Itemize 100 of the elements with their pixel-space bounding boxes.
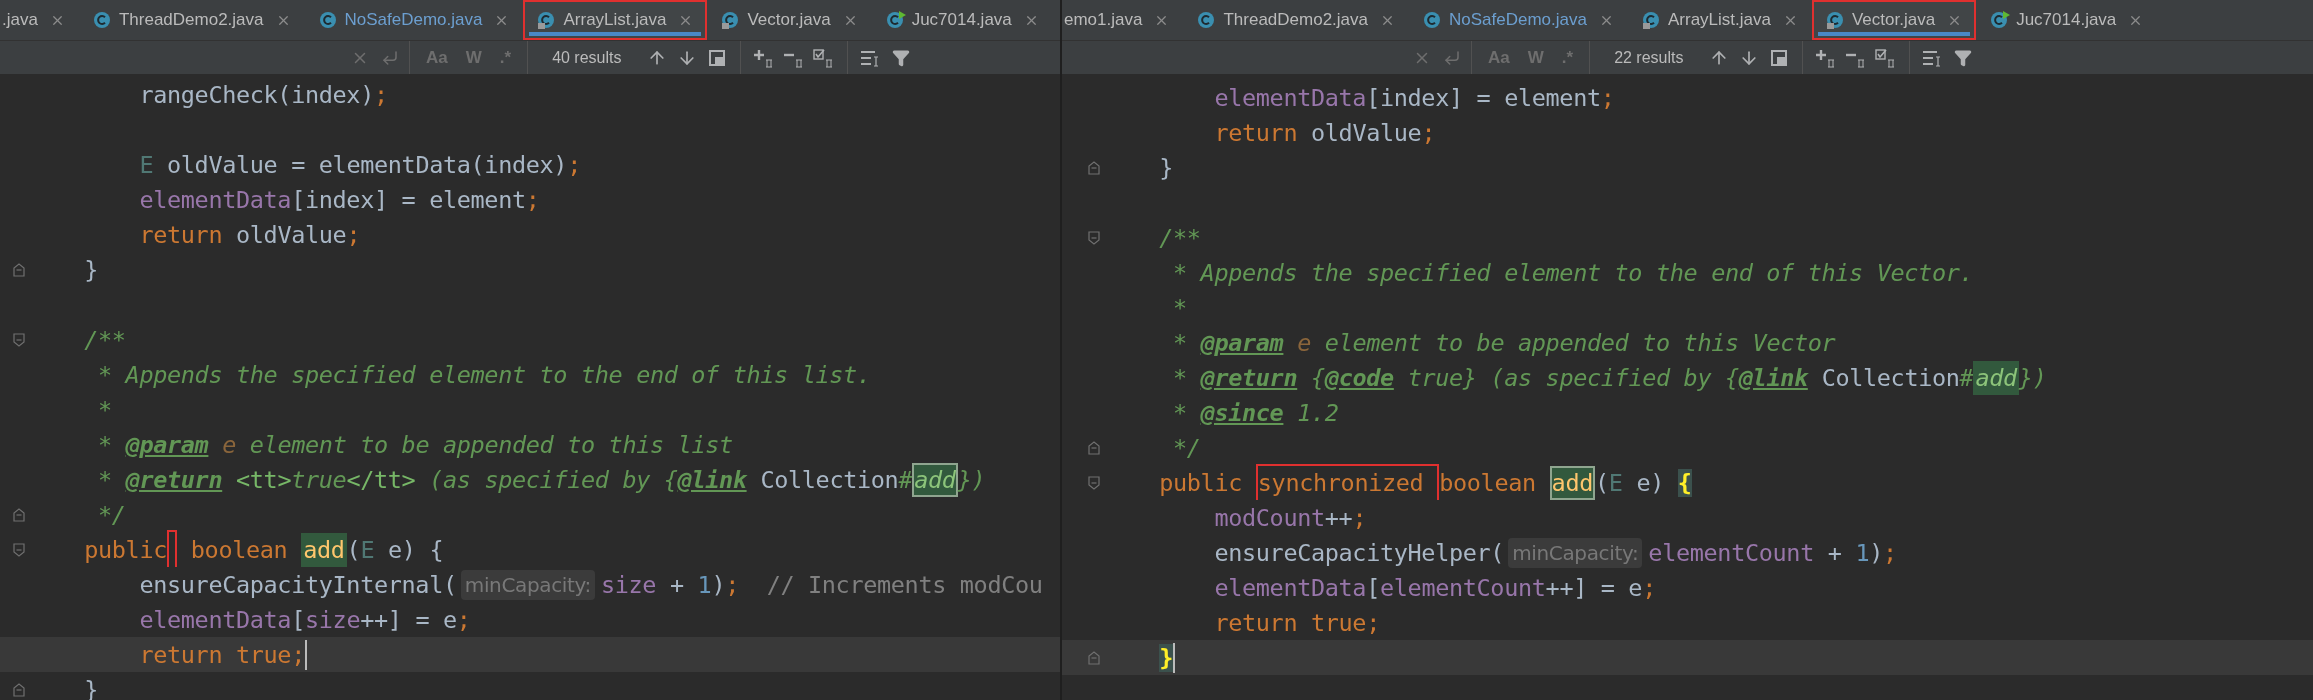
text-caret xyxy=(305,639,307,670)
code-text: e xyxy=(1297,328,1312,357)
code-text: @param xyxy=(1200,328,1284,357)
results-count: 22 results xyxy=(1613,48,1685,67)
code-text: } xyxy=(84,255,98,284)
code-text: ensureCapacityInternal( xyxy=(139,570,457,599)
code-text: ; xyxy=(373,80,388,109)
code-text: * xyxy=(1173,398,1188,427)
editor-tab[interactable]: ArrayList.java xyxy=(1628,0,1812,40)
code-text: @return xyxy=(125,465,223,494)
code-text: @param xyxy=(125,430,209,459)
editor-tab[interactable]: Juc7014.java xyxy=(1976,0,2158,40)
code-text: @link xyxy=(1738,363,1808,392)
code-text: elementCount xyxy=(1648,538,1814,567)
code-text: ; xyxy=(1642,573,1656,602)
code-text: element to be appended to this list xyxy=(249,430,733,459)
code-text: return true xyxy=(1214,608,1367,637)
code-text: + xyxy=(1827,538,1843,567)
editor-tab[interactable]: emo1.java xyxy=(1062,0,1184,40)
code-text: Collection xyxy=(1821,363,1960,392)
code-text: # xyxy=(898,465,913,494)
unfold-end-icon[interactable] xyxy=(1088,160,1100,175)
code-text: oldValue xyxy=(236,220,347,249)
code-text: boolean xyxy=(190,535,289,564)
code-text: { xyxy=(1311,363,1325,392)
editor-tab[interactable]: .java xyxy=(0,0,79,40)
code-text: elementData xyxy=(1214,573,1367,602)
runnable-class-icon xyxy=(1990,10,2011,30)
fold-icon[interactable] xyxy=(1088,475,1100,490)
code-text: </tt> xyxy=(346,465,416,494)
code-text: ( xyxy=(346,535,361,564)
code-text: [index] = element xyxy=(1366,83,1601,112)
code-text: * xyxy=(1173,363,1188,392)
editor-tab[interactable]: Juc7014.java xyxy=(871,0,1053,40)
fold-icon[interactable] xyxy=(1088,230,1100,245)
code-text: ; xyxy=(1352,503,1367,532)
code-text: elementData xyxy=(1214,83,1367,112)
code-text: * Appends the specified element to the end of this Vector. xyxy=(1173,258,1974,287)
fold-icon[interactable] xyxy=(13,332,25,347)
code-text: [ xyxy=(1366,573,1380,602)
text-caret xyxy=(1173,642,1175,673)
code-text: 1.2 xyxy=(1297,398,1339,427)
code-text: ) xyxy=(711,570,726,599)
editor-tab[interactable]: ThreadDemo2.java xyxy=(1183,0,1409,40)
code-text: elementCount xyxy=(1380,573,1546,602)
enter-icon[interactable] xyxy=(381,48,399,67)
search-match: add xyxy=(1549,465,1595,500)
code-text: public xyxy=(1159,468,1243,497)
unfold-end-icon[interactable] xyxy=(13,262,25,277)
code-text: public xyxy=(84,535,167,564)
editor-tab[interactable]: NoSafeDemo.java xyxy=(304,0,524,40)
code-text: ++ xyxy=(1324,503,1353,532)
code-text: boolean xyxy=(1439,468,1537,497)
enter-icon[interactable] xyxy=(1443,48,1461,67)
code-text: * xyxy=(1173,328,1188,357)
code-text: ++] = e xyxy=(1545,573,1643,602)
code-text: 1 xyxy=(1855,538,1870,567)
unfold-end-icon[interactable] xyxy=(1088,440,1100,455)
code-text: # xyxy=(1959,363,1974,392)
fold-icon[interactable] xyxy=(13,542,25,557)
code-text: size xyxy=(305,605,361,634)
code-text: ++] = e xyxy=(360,605,457,634)
unfold-end-icon[interactable] xyxy=(13,682,25,697)
code-text: @since xyxy=(1200,398,1284,427)
code-text: ; xyxy=(567,150,581,179)
code-text: true} (as specified by { xyxy=(1407,363,1739,392)
code-text: E xyxy=(1608,468,1623,497)
code-text: ; xyxy=(346,220,361,249)
code-text: E xyxy=(360,535,375,564)
unfold-end-icon[interactable] xyxy=(1088,650,1100,665)
code-text: // Increments modCou xyxy=(766,570,1043,599)
editor-tab[interactable]: Vector.java xyxy=(1811,0,1977,40)
editor-tab[interactable]: ThreadDemo2.java xyxy=(78,0,305,40)
code-text: Collection xyxy=(760,465,899,494)
code-text: + xyxy=(669,570,685,599)
editor-tab[interactable]: NoSafeDemo.java xyxy=(1409,0,1628,40)
code-text: (as specified by { xyxy=(429,465,678,494)
code-text: e) { xyxy=(388,535,444,564)
class-icon xyxy=(92,10,113,30)
unfold-end-icon[interactable] xyxy=(13,507,25,522)
code-text: ; xyxy=(525,185,540,214)
code-text: oldValue xyxy=(1311,118,1422,147)
code-text: <tt> xyxy=(236,465,292,494)
code-text: * Appends the specified element to the end of this list. xyxy=(98,360,871,389)
class-icon xyxy=(318,10,339,30)
code-text: oldValue = elementData(index) xyxy=(167,150,568,179)
select-all-icon[interactable] xyxy=(812,46,835,69)
parameter-hint: minCapacity: xyxy=(460,569,595,600)
code-text: @return xyxy=(1200,363,1298,392)
code-text: [index] = element xyxy=(291,185,526,214)
matched-brace: } xyxy=(1159,643,1173,672)
select-all-icon[interactable] xyxy=(1874,46,1897,69)
editor-tab[interactable]: Vector.java xyxy=(707,0,872,40)
code-text: e xyxy=(222,430,237,459)
code-text: elementData xyxy=(139,185,292,214)
code-text: element to be appended to this Vector xyxy=(1324,328,1836,357)
editor-tab[interactable]: ArrayList.java xyxy=(523,0,708,40)
code-text: return xyxy=(1214,118,1298,147)
code-text: ) xyxy=(1869,538,1883,567)
locked-class-icon xyxy=(1642,10,1662,30)
